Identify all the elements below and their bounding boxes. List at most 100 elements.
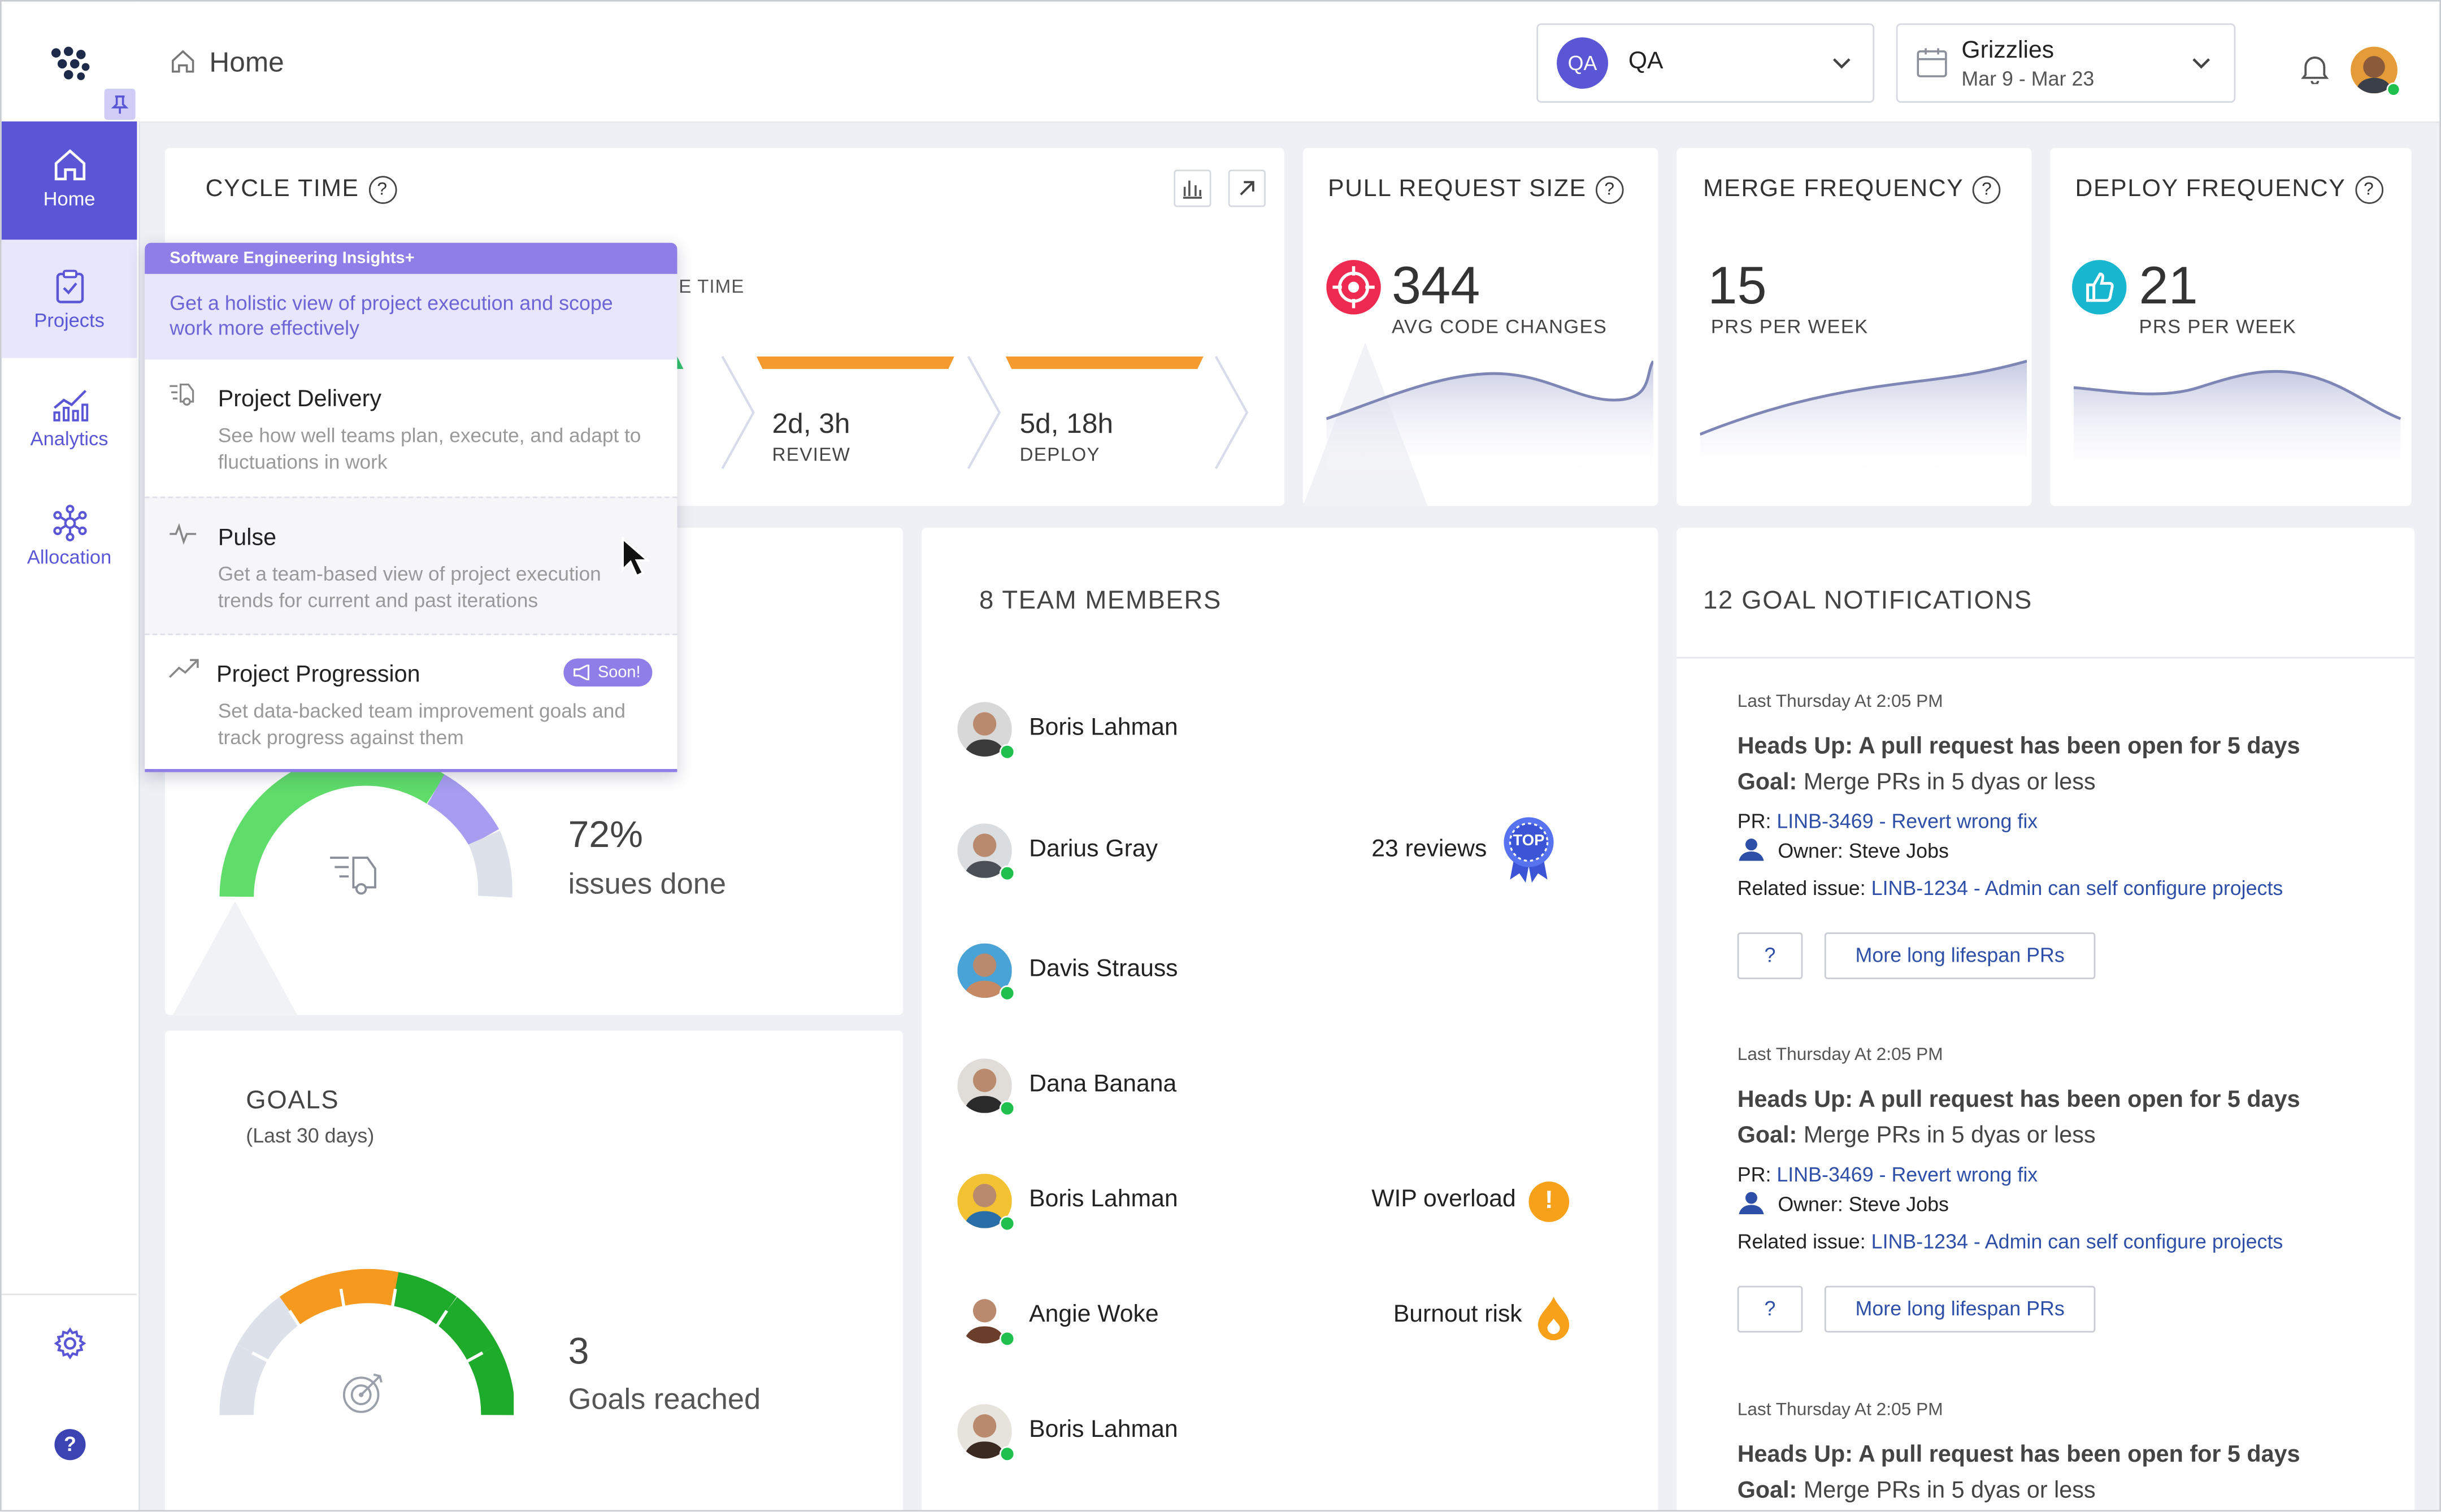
expand-button[interactable] (1228, 170, 1266, 207)
help-button[interactable]: ? (1737, 932, 1803, 979)
badge-text: TOP (1513, 832, 1545, 850)
issue-link[interactable]: LINB-1234 - Admin can self configure pro… (1871, 876, 2283, 900)
app-logo[interactable] (48, 45, 92, 90)
sidebar: Home Projects Analytics Allocation ? (1, 1, 140, 1510)
menu-item-title: Pulse (218, 524, 277, 551)
member-name: Darius Gray (1029, 836, 1158, 863)
menu-item-title: Project Progression (216, 661, 420, 688)
team-member-row[interactable]: Boris Lahman (957, 702, 1611, 760)
notification-heading: Heads Up: A pull request has been open f… (1737, 733, 2300, 760)
member-name: Boris Lahman (1029, 1186, 1178, 1213)
member-name: Boris Lahman (1029, 1417, 1178, 1443)
sidebar-item-projects[interactable]: Projects (1, 240, 137, 358)
team-member-row[interactable]: Boris Lahman (957, 1404, 1611, 1462)
deploy-frequency-sparkline (2073, 370, 2401, 478)
arrow-up-right-icon (1240, 181, 1254, 195)
pin-icon (111, 95, 129, 114)
pr-link[interactable]: LINB-3469 - Revert wrong fix (1777, 810, 2038, 833)
notification-item: Last Thursday At 2:05 PM Heads Up: A pull… (1737, 1046, 2391, 1333)
home-icon (54, 149, 85, 181)
kpi-subtitle: AVG CODE CHANGES (1392, 316, 1608, 338)
sidebar-item-home[interactable]: Home (1, 121, 137, 240)
kpi-title: MERGE FREQUENCY? (1703, 176, 2001, 204)
dropdown-header-text: Software Engineering Insights+ (170, 249, 415, 268)
notification-pr: PR: LINB-3469 - Revert wrong fix (1737, 809, 2038, 833)
top-bar: Home QA QA Grizzlies Mar 9 - Mar 23 (138, 1, 2440, 123)
sidebar-item-allocation[interactable]: Allocation (2, 476, 137, 594)
allocation-network-icon (52, 505, 86, 542)
chevron-down-icon (2192, 58, 2210, 69)
notifications-button[interactable] (2301, 53, 2329, 92)
sidebar-item-analytics[interactable]: Analytics (2, 358, 137, 476)
cycle-stage-chevrons (663, 355, 1249, 470)
online-indicator (999, 744, 1015, 760)
menu-item-pulse[interactable]: Pulse Get a team-based view of project e… (145, 496, 677, 636)
team-member-row[interactable]: Dana Banana (957, 1058, 1611, 1116)
top-reviewer-ribbon-icon: TOP (1501, 814, 1557, 886)
help-icon[interactable]: ? (1596, 176, 1624, 204)
home-icon (172, 50, 194, 73)
notifications-card: 12 GOAL NOTIFICATIONS (1676, 527, 2415, 1510)
menu-item-project-progression[interactable]: Project Progression Soon! Set data-backe… (145, 633, 677, 769)
help-icon[interactable]: ? (1973, 176, 2001, 204)
team-member-row[interactable]: Davis Strauss (957, 943, 1611, 1001)
kpi-subtitle: PRS PER WEEK (2139, 316, 2297, 338)
chart-view-button[interactable] (1174, 170, 1211, 207)
help-icon[interactable]: ? (2355, 176, 2383, 204)
member-name: Davis Strauss (1029, 955, 1178, 983)
member-status: 23 reviews (1371, 836, 1487, 863)
cycle-time-hidden-label: E TIME (679, 275, 745, 298)
team-select[interactable]: QA QA (1536, 23, 1875, 103)
online-indicator (2386, 82, 2401, 97)
review-stage-value: 2d, 3h (772, 407, 850, 439)
soon-badge: Soon! (563, 658, 653, 687)
pr-link[interactable]: LINB-3469 - Revert wrong fix (1777, 1163, 2038, 1186)
pin-button[interactable] (104, 89, 136, 120)
kpi-value: 15 (1708, 257, 1767, 316)
megaphone-icon (574, 664, 589, 680)
help-button[interactable]: ? (54, 1429, 86, 1461)
goals-count: 3 (568, 1331, 589, 1373)
menu-item-project-delivery[interactable]: Project Delivery See how well teams plan… (145, 359, 677, 496)
notifications-title: 12 GOAL NOTIFICATIONS (1703, 586, 2032, 615)
member-name: Boris Lahman (1029, 714, 1178, 741)
menu-item-description: Get a team-based view of project executi… (218, 562, 601, 612)
deploy-stage-value: 5d, 18h (1019, 407, 1114, 439)
help-button[interactable]: ? (1737, 1285, 1803, 1333)
kpi-subtitle: PRS PER WEEK (1710, 316, 1869, 338)
notification-owner: Owner: Steve Jobs (1738, 1191, 2391, 1216)
sidebar-item-label: Allocation (27, 546, 112, 568)
thumbs-up-icon (2072, 260, 2127, 315)
sidebar-item-label: Projects (34, 310, 105, 332)
team-member-row[interactable]: Angie Woke Burnout risk (957, 1289, 1611, 1347)
more-long-lifespan-prs-button[interactable]: More long lifespan PRs (1824, 932, 2096, 979)
deploy-stage-label: DEPLOY (1019, 444, 1100, 466)
online-indicator (999, 1446, 1015, 1462)
online-indicator (999, 985, 1015, 1001)
deploy-frequency-card: DEPLOY FREQUENCY? 21 PRS PER WEEK (2050, 147, 2412, 506)
deploy-stage-bar (1005, 356, 1204, 369)
mouse-cursor-icon (622, 537, 651, 578)
goals-title: GOALS (246, 1087, 340, 1115)
team-member-row[interactable]: Darius Gray 23 reviews TOP (957, 817, 1611, 883)
sidebar-item-label: Home (43, 188, 95, 210)
soon-badge-text: Soon! (597, 663, 641, 682)
notification-goal: Goal: Merge PRs in 5 dyas or less (1737, 769, 2096, 796)
settings-button[interactable] (53, 1326, 88, 1368)
dropdown-header: Software Engineering Insights+ (145, 242, 677, 274)
merge-frequency-card: MERGE FREQUENCY? 15 PRS PER WEEK (1676, 147, 2032, 506)
kpi-value: 344 (1392, 257, 1480, 316)
question-icon: ? (64, 1432, 76, 1456)
bell-icon (2301, 57, 2329, 85)
more-long-lifespan-prs-button[interactable]: More long lifespan PRs (1824, 1285, 2096, 1333)
issue-link[interactable]: LINB-1234 - Admin can self configure pro… (1871, 1230, 2283, 1253)
insights-dropdown-menu: Software Engineering Insights+ Get a hol… (145, 242, 677, 772)
divider (1676, 657, 2415, 659)
sprint-select[interactable]: Grizzlies Mar 9 - Mar 23 (1896, 23, 2236, 103)
help-icon[interactable]: ? (368, 176, 397, 204)
user-icon (1739, 838, 1764, 861)
issues-label: issues done (568, 868, 726, 902)
member-status: WIP overload (1371, 1186, 1516, 1213)
breadcrumb[interactable]: Home (170, 47, 284, 80)
team-member-row[interactable]: Boris Lahman WIP overload! (957, 1174, 1611, 1232)
